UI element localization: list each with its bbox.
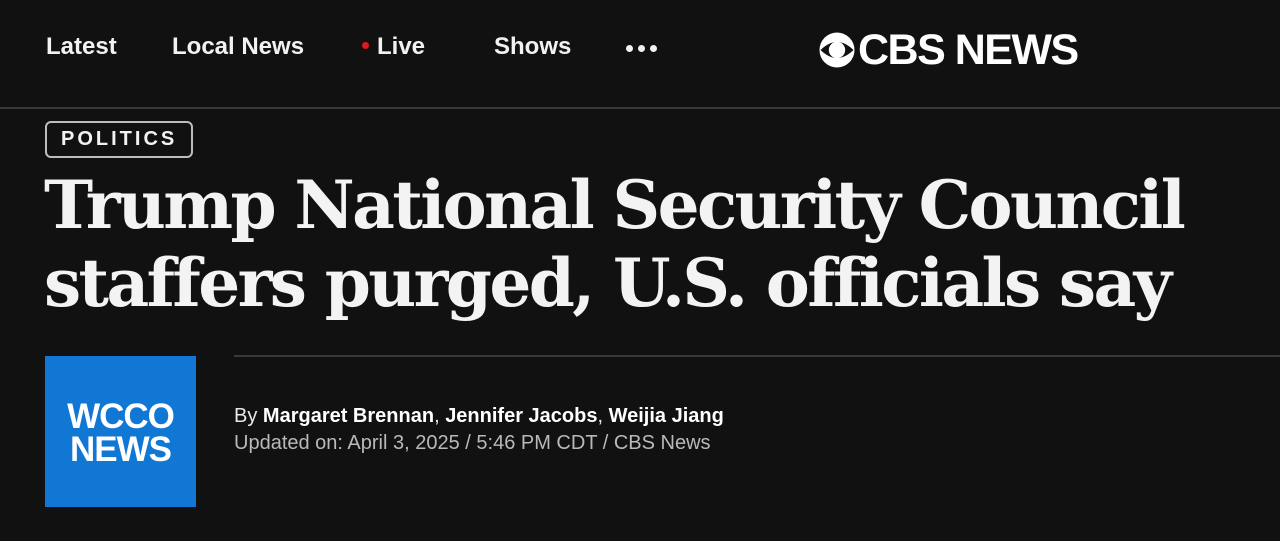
station-logo-line1: WCCO bbox=[67, 396, 175, 436]
top-navigation: Latest Local News Live Shows CBS NEWS bbox=[0, 0, 1280, 109]
author-link[interactable]: Weijia Jiang bbox=[609, 405, 724, 427]
nav-item-live-label: Live bbox=[377, 33, 426, 60]
author-separator: , bbox=[597, 405, 604, 427]
cbs-eye-icon bbox=[819, 32, 855, 68]
live-indicator-icon bbox=[362, 42, 369, 50]
divider bbox=[234, 355, 1280, 357]
station-logo-line2: NEWS bbox=[70, 429, 172, 469]
more-dots-icon[interactable] bbox=[626, 45, 657, 52]
byline: By Margaret Brennan, Jennifer Jacobs, We… bbox=[234, 403, 724, 429]
nav-item-shows[interactable]: Shows bbox=[494, 31, 571, 63]
article-headline: Trump National Security Council staffers… bbox=[44, 166, 1186, 322]
logo-wordmark: CBS NEWS bbox=[858, 26, 1079, 74]
station-logo: WCCO NEWS bbox=[45, 356, 196, 507]
author-link[interactable]: Margaret Brennan bbox=[263, 405, 434, 427]
category-badge[interactable]: POLITICS bbox=[45, 121, 194, 158]
nav-item-local-news[interactable]: Local News bbox=[172, 31, 304, 63]
cbs-news-logo[interactable]: CBS NEWS bbox=[818, 26, 1079, 74]
byline-prefix: By bbox=[234, 405, 258, 427]
author-separator: , bbox=[434, 405, 440, 427]
article-dateline: Updated on: April 3, 2025 / 5:46 PM CDT … bbox=[234, 432, 711, 454]
author-link[interactable]: Jennifer Jacobs bbox=[445, 405, 597, 427]
nav-item-latest[interactable]: Latest bbox=[46, 31, 117, 63]
nav-item-live[interactable]: Live bbox=[362, 31, 425, 63]
